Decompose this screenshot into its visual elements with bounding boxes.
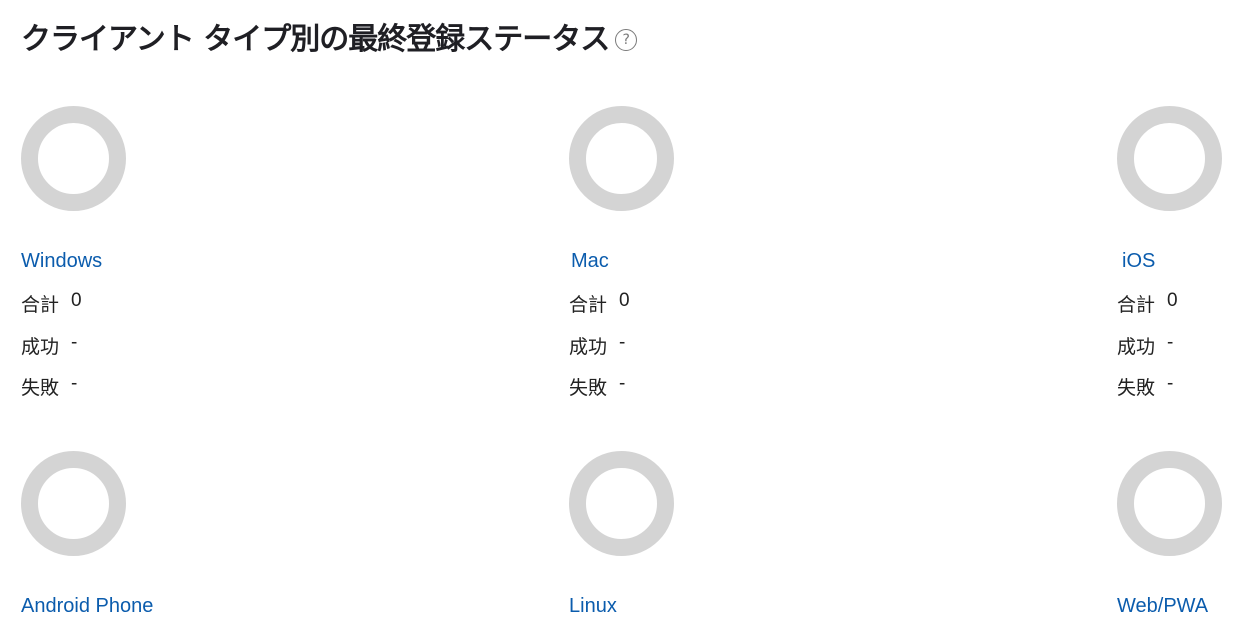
stat-failure: 失敗 -: [1117, 373, 1173, 400]
help-icon[interactable]: ?: [615, 29, 638, 51]
client-card-ios: iOS 合計 0 成功 - 失敗 -: [1117, 106, 1237, 399]
client-link-linux[interactable]: Linux: [569, 595, 617, 618]
stat-value: 0: [1167, 290, 1178, 311]
stat-value: -: [71, 332, 78, 353]
donut-chart: [1117, 451, 1222, 556]
stat-value: -: [619, 373, 626, 394]
section-header: クライアント タイプ別の最終登録ステータス ?: [21, 14, 638, 58]
client-card-web-pwa: Web/PWA: [1117, 451, 1237, 617]
stat-value: -: [1167, 373, 1174, 394]
client-card-android-phone: Android Phone: [21, 451, 281, 617]
client-card-mac: Mac 合計 0 成功 - 失敗 -: [569, 106, 829, 399]
donut-chart: [569, 451, 674, 556]
donut-chart: [569, 106, 674, 211]
donut-chart: [1117, 106, 1222, 211]
stat-failure: 失敗 -: [21, 373, 77, 400]
stat-label: 合計: [21, 294, 60, 316]
donut-chart: [21, 451, 126, 556]
donut-chart: [21, 106, 126, 211]
stat-total: 合計 0: [21, 290, 82, 317]
stat-total: 合計 0: [1117, 290, 1178, 317]
stat-success: 成功 -: [21, 332, 77, 359]
stat-value: -: [619, 332, 626, 353]
stat-total: 合計 0: [569, 290, 630, 317]
stat-label: 失敗: [1117, 377, 1156, 399]
stat-label: 合計: [1117, 294, 1156, 316]
stat-label: 失敗: [569, 377, 608, 399]
client-link-mac[interactable]: Mac: [571, 250, 609, 273]
client-link-ios[interactable]: iOS: [1122, 250, 1155, 273]
stat-value: 0: [71, 290, 82, 311]
stat-value: -: [1167, 332, 1174, 353]
stat-label: 合計: [569, 294, 608, 316]
page-title: クライアント タイプ別の最終登録ステータス: [21, 22, 610, 57]
client-link-windows[interactable]: Windows: [21, 250, 102, 273]
stat-success: 成功 -: [569, 332, 625, 359]
stat-label: 失敗: [21, 377, 60, 399]
stat-failure: 失敗 -: [569, 373, 625, 400]
client-card-windows: Windows 合計 0 成功 - 失敗 -: [21, 106, 281, 399]
stat-label: 成功: [1117, 336, 1156, 358]
stat-label: 成功: [21, 336, 60, 358]
client-link-web-pwa[interactable]: Web/PWA: [1117, 595, 1208, 618]
client-link-android-phone[interactable]: Android Phone: [21, 595, 153, 618]
stat-success: 成功 -: [1117, 332, 1173, 359]
stat-value: 0: [619, 290, 630, 311]
stat-value: -: [71, 373, 78, 394]
client-card-linux: Linux: [569, 451, 829, 617]
stat-label: 成功: [569, 336, 608, 358]
